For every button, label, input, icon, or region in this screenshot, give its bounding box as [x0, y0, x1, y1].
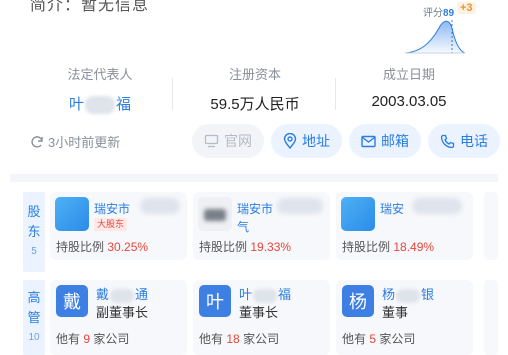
- mail-icon: [361, 135, 376, 147]
- masked-name-blur: [253, 288, 278, 303]
- legal-representative: 法定代表人 叶福: [25, 64, 175, 115]
- shareholders-count: 5: [31, 246, 37, 257]
- executive-name: 叶福: [239, 287, 292, 303]
- phone-label: 电话: [460, 133, 488, 149]
- shareholder-name-line2: 气: [237, 220, 250, 234]
- shareholder-card[interactable]: 瑞安 持股比例 18.49%: [336, 192, 473, 260]
- tab-executives[interactable]: 高 管 10: [23, 280, 45, 355]
- established-date: 成立日期 2003.03.05: [334, 64, 484, 110]
- avatar: 杨: [342, 285, 374, 317]
- executive-name: 杨银: [382, 287, 435, 303]
- tab-shareholders[interactable]: 股 东 5: [23, 192, 45, 272]
- shareholder-card[interactable]: 瑞安市 气 持股比例 19.33%: [193, 192, 330, 260]
- capital-value: 59.5万人民币: [210, 96, 300, 113]
- executive-card[interactable]: 戴 戴通 副董事长 他有 9 家公司: [50, 280, 187, 355]
- website-label: 官网: [224, 133, 252, 149]
- tab-shareholders-char2: 东: [27, 224, 41, 239]
- score-distribution-curve: [405, 20, 465, 54]
- executive-role: 副董事长: [96, 305, 149, 320]
- contact-actions: 官网 地址 邮箱 电话: [192, 124, 500, 158]
- executive-role: 董事: [382, 305, 409, 320]
- shareholder-name: 瑞安: [380, 202, 405, 216]
- email-label: 邮箱: [381, 133, 409, 149]
- section-separator: [10, 174, 498, 182]
- masked-name-blur: [412, 198, 462, 214]
- masked-name-blur: [85, 96, 115, 115]
- legal-rep-name[interactable]: 叶福: [25, 93, 175, 115]
- address-label: 地址: [302, 133, 330, 149]
- established-value: 2003.03.05: [371, 93, 447, 110]
- more-executives-edge[interactable]: [484, 280, 498, 355]
- refresh-icon: [31, 135, 43, 148]
- tab-executives-char1: 高: [27, 290, 41, 305]
- masked-name-blur: [110, 288, 135, 303]
- tab-shareholders-char1: 股: [27, 204, 41, 219]
- company-logo: [341, 197, 375, 231]
- divider: [172, 78, 173, 110]
- more-shareholders-edge[interactable]: [484, 192, 498, 260]
- address-button[interactable]: 地址: [271, 124, 342, 158]
- masked-name-blur: [140, 198, 180, 214]
- established-label: 成立日期: [382, 67, 435, 82]
- monitor-icon: [204, 134, 219, 148]
- executive-role: 董事长: [239, 305, 279, 320]
- avatar: 叶: [199, 285, 231, 317]
- shareholder-name: 瑞安市: [94, 202, 131, 216]
- score-delta-badge: +3: [457, 2, 476, 14]
- executive-card[interactable]: 叶 叶福 董事长 他有 18 家公司: [193, 280, 330, 355]
- tab-executives-char2: 管: [27, 310, 41, 325]
- company-intro: 简介：暂无信息: [30, 0, 150, 14]
- phone-icon: [440, 134, 455, 148]
- capital-label: 注册资本: [228, 67, 281, 82]
- masked-name-blur: [396, 288, 421, 303]
- shareholder-name: 瑞安市: [237, 202, 274, 216]
- company-logo: [198, 197, 232, 231]
- executive-card[interactable]: 杨 杨银 董事 他有 5 家公司: [336, 280, 473, 355]
- shareholder-card[interactable]: 瑞安市 大股东 持股比例 30.25%: [50, 192, 187, 260]
- share-ratio: 持股比例 30.25%: [56, 240, 149, 254]
- major-shareholder-tag: 大股东: [94, 218, 128, 231]
- email-button[interactable]: 邮箱: [349, 124, 421, 158]
- update-text: 3小时前更新: [48, 135, 121, 150]
- masked-name-blur: [277, 198, 323, 214]
- company-count: 他有 9 家公司: [56, 332, 130, 346]
- executives-count: 10: [28, 332, 40, 343]
- website-button[interactable]: 官网: [192, 124, 264, 158]
- phone-button[interactable]: 电话: [428, 124, 500, 158]
- avatar: 戴: [56, 285, 88, 317]
- legal-rep-label: 法定代表人: [67, 67, 133, 82]
- registered-capital: 注册资本 59.5万人民币: [180, 64, 330, 114]
- location-pin-icon: [283, 133, 297, 149]
- company-count: 他有 5 家公司: [342, 332, 416, 346]
- share-ratio: 持股比例 18.49%: [342, 240, 435, 254]
- basic-info-row: 法定代表人 叶福 注册资本 59.5万人民币 成立日期 2003.03.05: [0, 64, 508, 115]
- update-status[interactable]: 3小时前更新: [30, 132, 120, 151]
- company-count: 他有 18 家公司: [199, 332, 280, 346]
- share-ratio: 持股比例 19.33%: [199, 240, 292, 254]
- score-widget[interactable]: 评分89 +3: [405, 0, 485, 54]
- executive-name: 戴通: [96, 287, 149, 303]
- company-logo: [55, 197, 89, 231]
